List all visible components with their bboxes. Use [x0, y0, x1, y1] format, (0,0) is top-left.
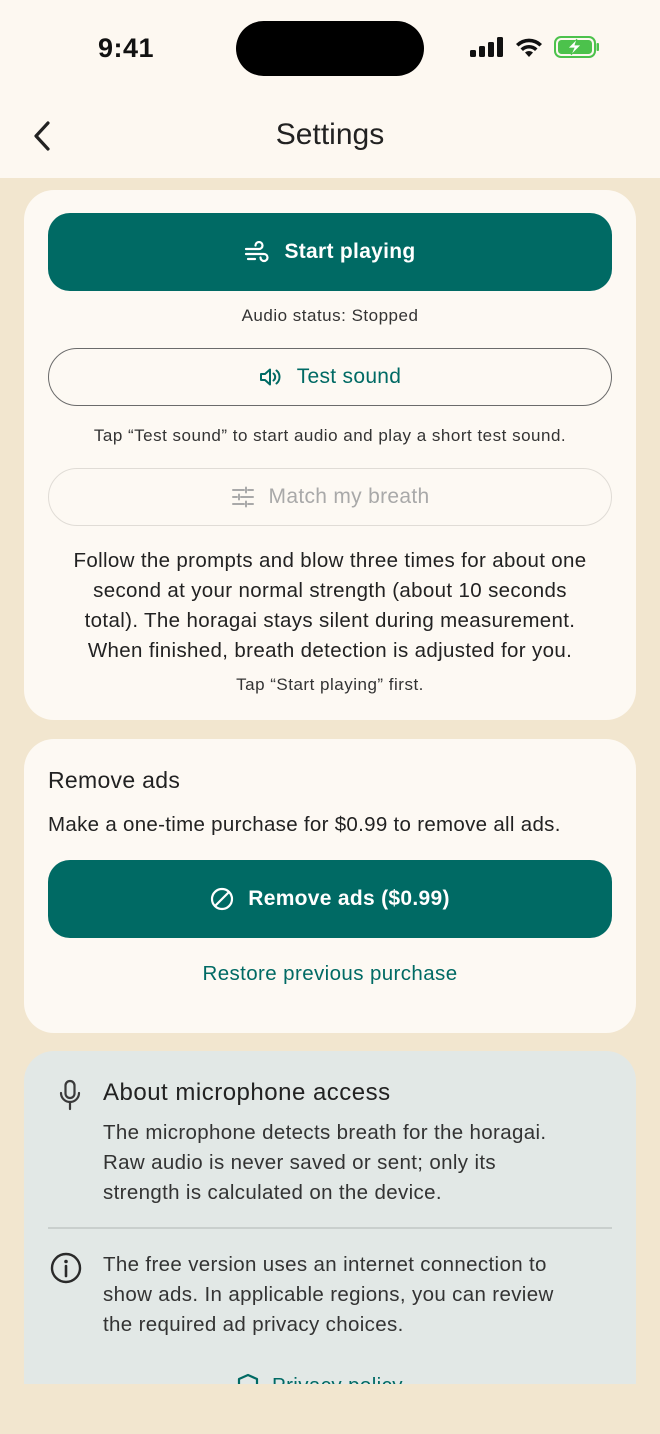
body-line: Raw audio is never saved or sent; only i… — [103, 1151, 496, 1174]
body-line: The free version uses an internet connec… — [103, 1253, 547, 1276]
remove-ads-heading: Remove ads — [48, 767, 181, 793]
page-title: Settings — [275, 118, 385, 151]
battery-icon — [554, 36, 599, 58]
bottom-safe-area — [0, 1384, 660, 1434]
mic-access-body: The microphone detects breath for the ho… — [103, 1118, 603, 1208]
match-breath-description: Follow the prompts and blow three times … — [38, 546, 622, 666]
mic-access-title: About microphone access — [103, 1079, 391, 1106]
start-playing-label: Start playing — [284, 240, 416, 263]
signal-icon — [470, 37, 503, 57]
remove-ads-card: Remove ads Make a one-time purchase for … — [24, 739, 636, 1033]
audio-settings-card: Start playing Audio status: Stopped Test… — [24, 190, 636, 720]
status-icons — [470, 36, 600, 58]
block-icon — [211, 887, 234, 911]
body-line: the required ad privacy choices. — [103, 1313, 404, 1336]
description-line: second at your normal strength (about 10… — [93, 579, 567, 602]
description-line: When finished, breath detection is adjus… — [87, 639, 573, 662]
speaker-icon — [259, 368, 281, 386]
test-sound-button[interactable]: Test sound — [48, 348, 612, 406]
test-sound-label: Test sound — [296, 365, 402, 388]
match-breath-label: Match my breath — [268, 485, 430, 508]
match-breath-button[interactable]: Match my breath — [48, 468, 612, 526]
test-sound-hint: Tap “Test sound” to start audio and play… — [93, 426, 567, 445]
body-line: strength is calculated on the device. — [103, 1181, 442, 1204]
remove-ads-description: Make a one-time purchase for $0.99 to re… — [48, 813, 561, 836]
description-line: Follow the prompts and blow three times … — [73, 549, 587, 572]
remove-ads-button[interactable]: Remove ads ($0.99) — [48, 860, 612, 938]
sliders-icon — [231, 486, 254, 508]
info-card: About microphone access The microphone d… — [24, 1051, 636, 1391]
ads-privacy-body: The free version uses an internet connec… — [103, 1250, 603, 1340]
wind-icon — [245, 241, 270, 263]
status-bar: 9:41 — [0, 0, 660, 96]
microphone-icon — [52, 1077, 88, 1113]
status-time: 9:41 — [98, 33, 155, 63]
wifi-icon — [516, 38, 542, 57]
body-line: show ads. In applicable regions, you can… — [103, 1283, 554, 1306]
dynamic-island — [236, 21, 424, 76]
match-breath-hint: Tap “Start playing” first. — [236, 675, 424, 694]
info-icon — [48, 1250, 84, 1286]
restore-purchase-link[interactable]: Restore previous purchase — [24, 962, 636, 986]
body-line: The microphone detects breath for the ho… — [103, 1121, 547, 1144]
section-divider — [48, 1227, 612, 1229]
remove-ads-label: Remove ads ($0.99) — [248, 887, 450, 910]
audio-status-text: Audio status: Stopped — [241, 306, 419, 325]
start-playing-button[interactable]: Start playing — [48, 213, 612, 291]
navigation-bar: Settings — [0, 96, 660, 178]
description-line: total). The horagai stays silent during … — [84, 609, 576, 632]
